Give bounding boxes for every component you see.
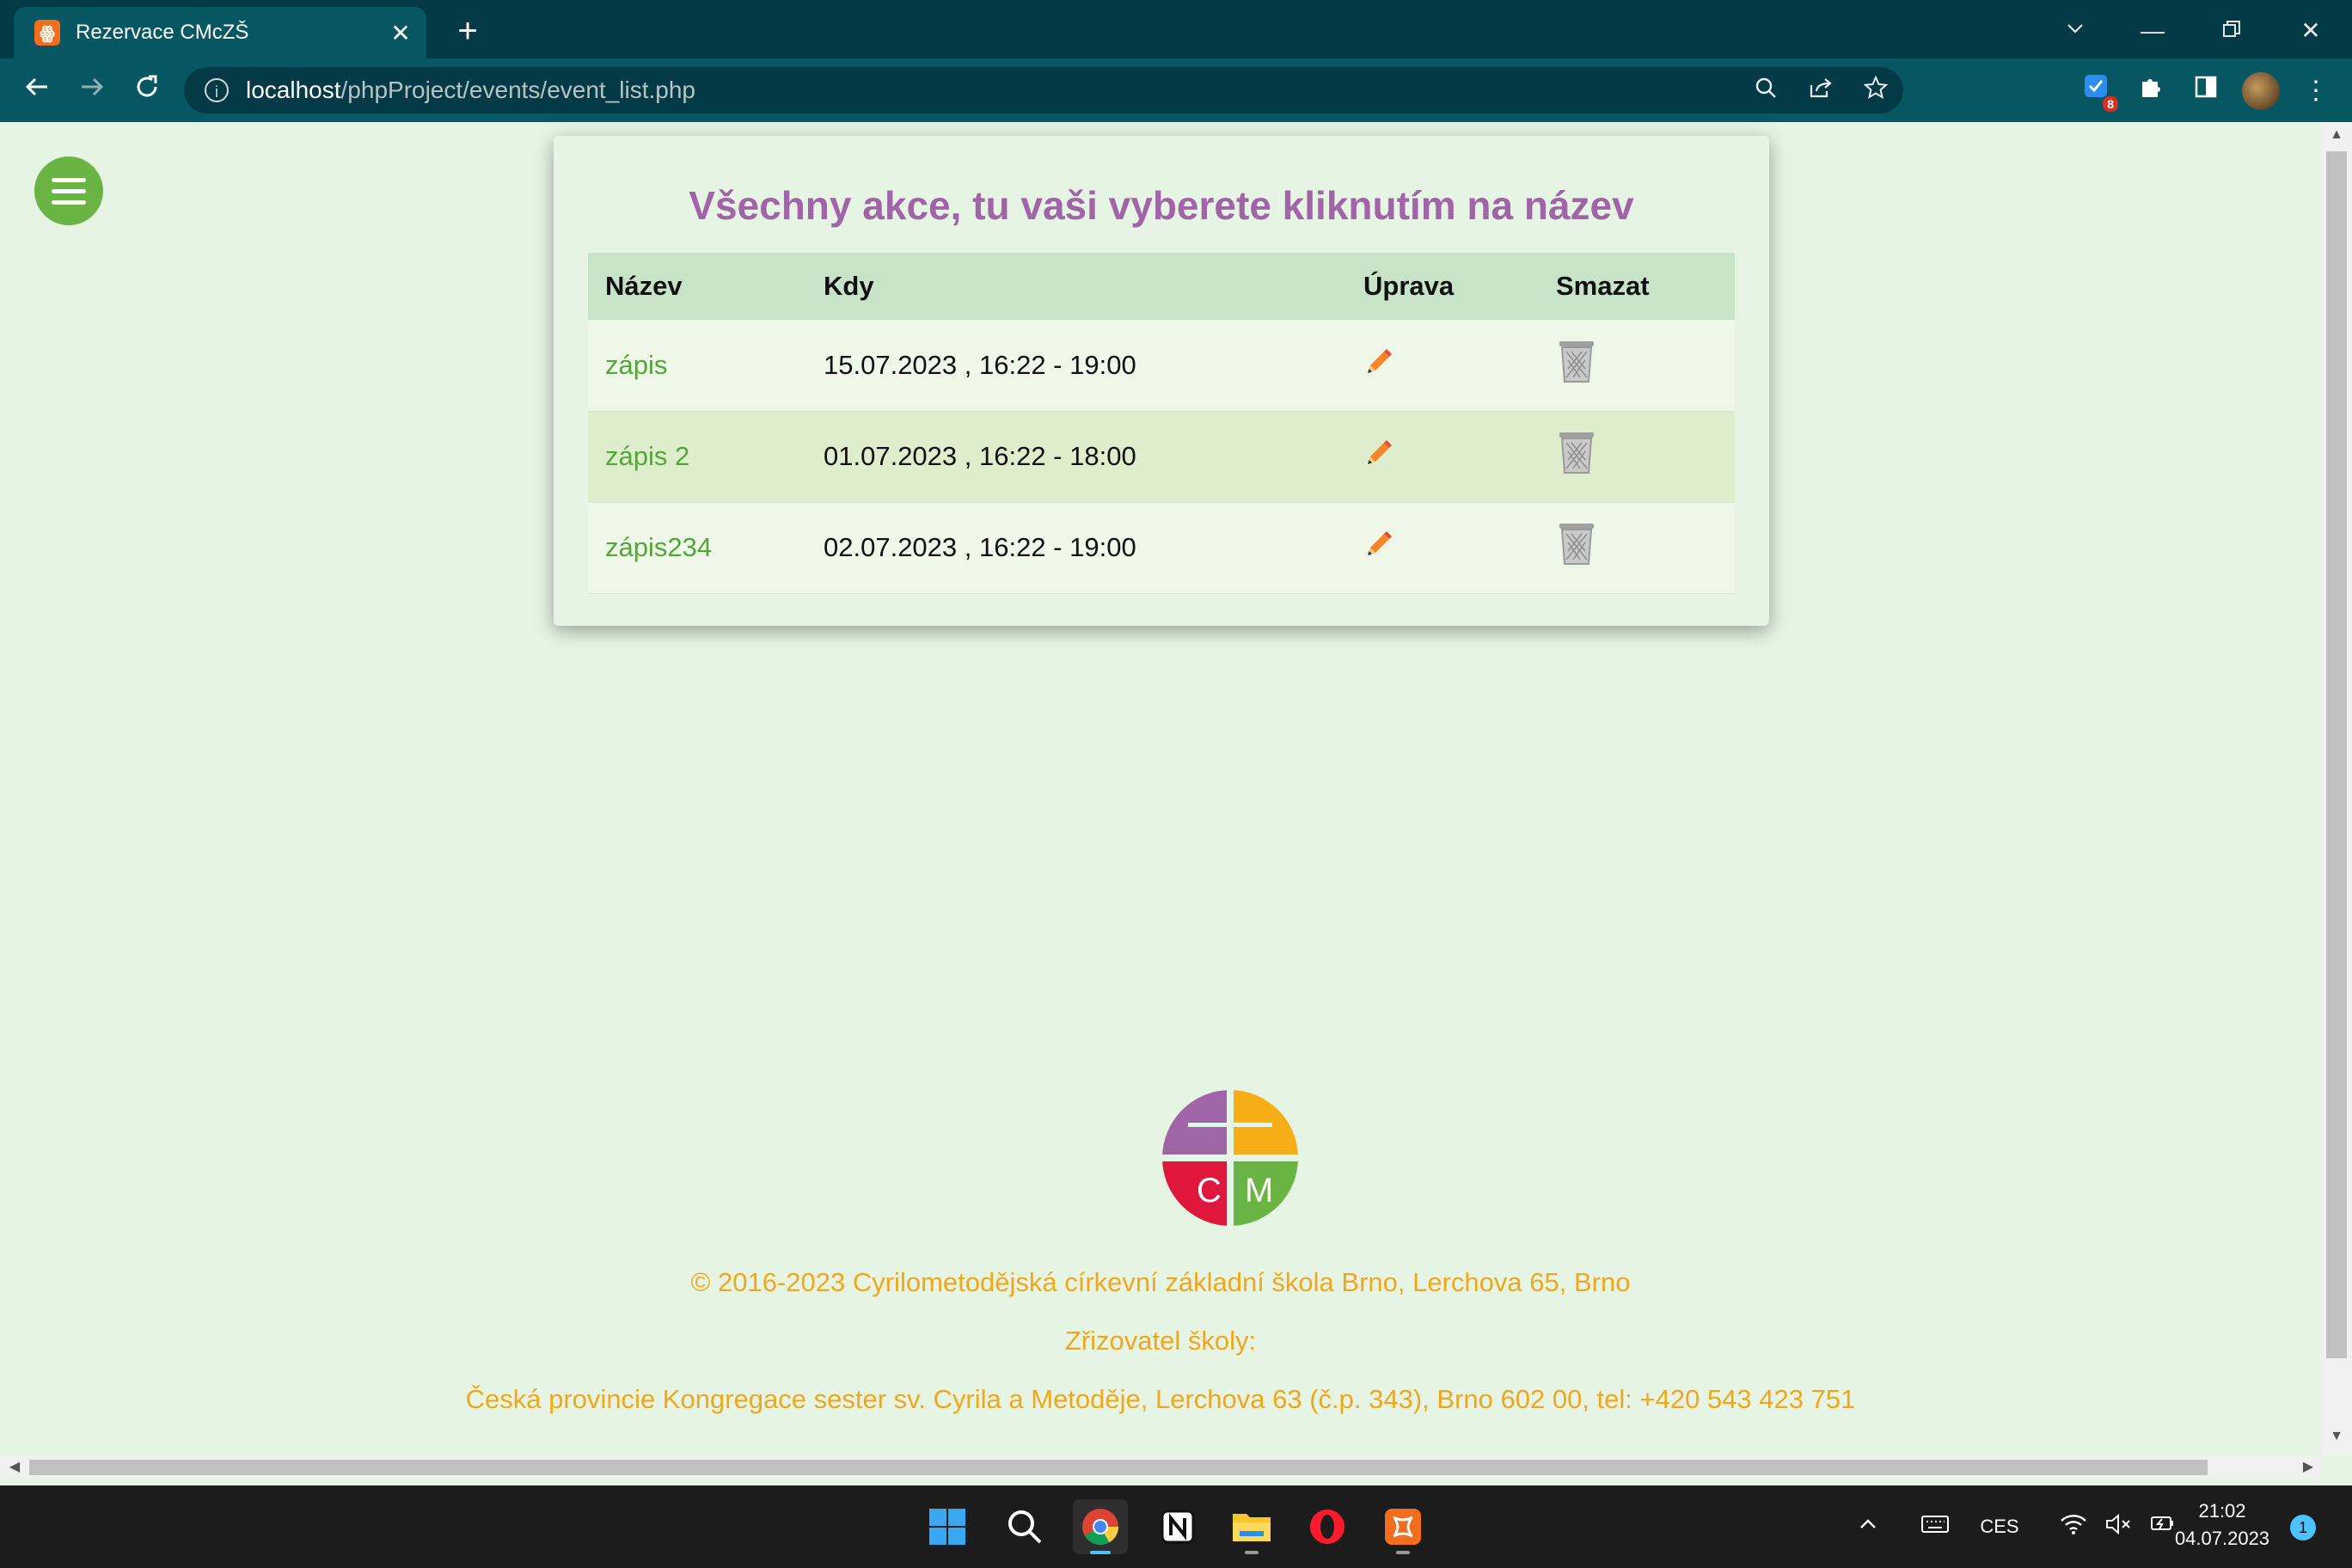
address-bar[interactable]: i localhost/phpProject/events/event_list… <box>184 67 1903 113</box>
table-header-row: Název Kdy Úprava Smazat <box>588 253 1735 320</box>
windows-start-icon[interactable] <box>920 1499 975 1554</box>
menu-line <box>52 177 86 182</box>
taskbar-clock[interactable]: 21:02 04.07.2023 <box>2166 1498 2278 1553</box>
horizontal-scrollbar[interactable]: ◀ ▶ <box>0 1456 2321 1479</box>
event-when: 02.07.2023 , 16:22 - 19:00 <box>824 532 1136 562</box>
bookmark-star-icon[interactable] <box>1848 75 1903 106</box>
xampp-taskbar-icon[interactable] <box>1375 1499 1430 1554</box>
clock-time: 21:02 <box>2198 1500 2246 1522</box>
url-text[interactable]: localhost/phpProject/events/event_list.p… <box>246 77 695 104</box>
menu-line <box>52 188 86 193</box>
column-header-delete: Smazat <box>1556 271 1650 301</box>
zoom-search-icon[interactable] <box>1738 77 1793 105</box>
tab-close-icon[interactable]: ✕ <box>383 19 418 47</box>
vertical-scroll-thumb[interactable] <box>2326 151 2347 1358</box>
side-panel-icon[interactable] <box>2187 72 2225 110</box>
hamburger-menu-button[interactable] <box>34 156 103 225</box>
footer-founder: Česká provincie Kongregace sester sv. Cy… <box>465 1384 1856 1414</box>
site-info-icon[interactable]: i <box>205 78 229 102</box>
page-viewport: Všechny akce, tu vaši vyberete kliknutím… <box>0 122 2321 1456</box>
search-icon[interactable] <box>997 1499 1052 1554</box>
opera-taskbar-icon[interactable] <box>1300 1499 1355 1554</box>
event-name-link[interactable]: zápis <box>605 350 667 380</box>
restore-button[interactable] <box>2211 10 2252 52</box>
scroll-right-arrow-icon[interactable]: ▶ <box>2295 1456 2321 1479</box>
chrome-taskbar-icon[interactable] <box>1073 1499 1128 1554</box>
delete-trash-icon[interactable] <box>1556 340 1597 384</box>
delete-trash-icon[interactable] <box>1556 522 1597 567</box>
browser-tab[interactable]: ꙮ Rezervace CMcZŠ ✕ <box>14 7 426 58</box>
notification-badge[interactable]: 1 <box>2290 1515 2316 1540</box>
active-app-indicator <box>1090 1551 1111 1554</box>
share-icon[interactable] <box>1793 77 1848 105</box>
edit-pencil-icon[interactable] <box>1363 529 1394 560</box>
event-name-link[interactable]: zápis 2 <box>605 441 689 471</box>
events-table: Název Kdy Úprava Smazat zápis 15.07.2023… <box>588 253 1735 594</box>
horizontal-scroll-thumb[interactable] <box>29 1460 2208 1475</box>
events-card: Všechny akce, tu vaši vyberete kliknutím… <box>554 136 1769 626</box>
tab-search-chevron-icon[interactable] <box>2055 10 2096 52</box>
new-tab-button[interactable]: + <box>447 10 488 52</box>
running-app-indicator <box>1396 1551 1410 1554</box>
logo-letter-m: M <box>1245 1172 1273 1210</box>
tab-title: Rezervace CMcZŠ <box>76 21 249 44</box>
windows-taskbar: CES 21:02 04.07.2023 1 <box>0 1485 2352 1568</box>
keyboard-icon[interactable] <box>1905 1514 1965 1540</box>
forward-icon[interactable] <box>70 69 113 112</box>
scroll-left-arrow-icon[interactable]: ◀ <box>2 1456 28 1479</box>
column-header-edit: Úprava <box>1363 271 1455 301</box>
wifi-icon[interactable] <box>2051 1513 2096 1541</box>
event-name-link[interactable]: zápis234 <box>605 532 712 562</box>
running-app-indicator <box>1245 1551 1259 1554</box>
back-icon[interactable] <box>15 69 58 112</box>
system-tray: CES <box>1848 1485 2185 1568</box>
extension-badge: 8 <box>2103 96 2118 112</box>
delete-trash-icon[interactable] <box>1556 431 1597 475</box>
browser-toolbar: i localhost/phpProject/events/event_list… <box>0 58 2352 122</box>
url-path: /phpProject/events/event_list.php <box>340 77 695 103</box>
clock-date: 04.07.2023 <box>2174 1528 2270 1549</box>
volume-muted-icon[interactable] <box>2096 1513 2141 1541</box>
logo-letter-c: C <box>1197 1172 1222 1210</box>
vertical-scrollbar[interactable]: ▲ ▼ <box>2321 122 2352 1456</box>
footer-copyright: © 2016-2023 Cyrilometodějská církevní zá… <box>690 1267 1631 1297</box>
extension-todo-icon[interactable]: 8 <box>2077 72 2118 112</box>
school-logo: C M <box>1162 1090 1298 1226</box>
menu-line <box>52 199 86 205</box>
input-language[interactable]: CES <box>1965 1516 2034 1538</box>
table-row: zápis 2 01.07.2023 , 16:22 - 18:00 <box>588 411 1735 502</box>
edit-pencil-icon[interactable] <box>1363 346 1394 377</box>
edit-pencil-icon[interactable] <box>1363 438 1394 469</box>
file-explorer-taskbar-icon[interactable] <box>1224 1499 1279 1554</box>
extensions-puzzle-icon[interactable] <box>2132 72 2170 110</box>
column-header-when: Kdy <box>824 271 874 301</box>
scroll-down-arrow-icon[interactable]: ▼ <box>2321 1429 2352 1444</box>
more-menu-icon[interactable]: ⋮ <box>2297 72 2335 110</box>
url-host: localhost <box>246 77 341 103</box>
omnibox-actions <box>1738 67 1903 113</box>
profile-avatar[interactable] <box>2242 72 2280 110</box>
scroll-up-arrow-icon[interactable]: ▲ <box>2321 127 2352 143</box>
event-when: 01.07.2023 , 16:22 - 18:00 <box>824 441 1136 471</box>
footer-founder-label: Zřizovatel školy: <box>1064 1326 1257 1356</box>
reload-icon[interactable] <box>126 69 168 112</box>
close-window-button[interactable]: ✕ <box>2290 10 2331 52</box>
minimize-button[interactable]: — <box>2132 10 2173 52</box>
column-header-name: Název <box>605 271 683 301</box>
notion-taskbar-icon[interactable] <box>1150 1499 1205 1554</box>
page-title: Všechny akce, tu vaši vyberete kliknutím… <box>689 183 1634 228</box>
tray-overflow-chevron-icon[interactable] <box>1848 1514 1888 1540</box>
xampp-favicon-icon: ꙮ <box>34 20 60 46</box>
browser-tab-strip: ꙮ Rezervace CMcZŠ ✕ + — ✕ <box>0 0 2352 58</box>
table-row: zápis 15.07.2023 , 16:22 - 19:00 <box>588 320 1735 411</box>
table-row: zápis234 02.07.2023 , 16:22 - 19:00 <box>588 502 1735 593</box>
event-when: 15.07.2023 , 16:22 - 19:00 <box>824 349 1136 380</box>
